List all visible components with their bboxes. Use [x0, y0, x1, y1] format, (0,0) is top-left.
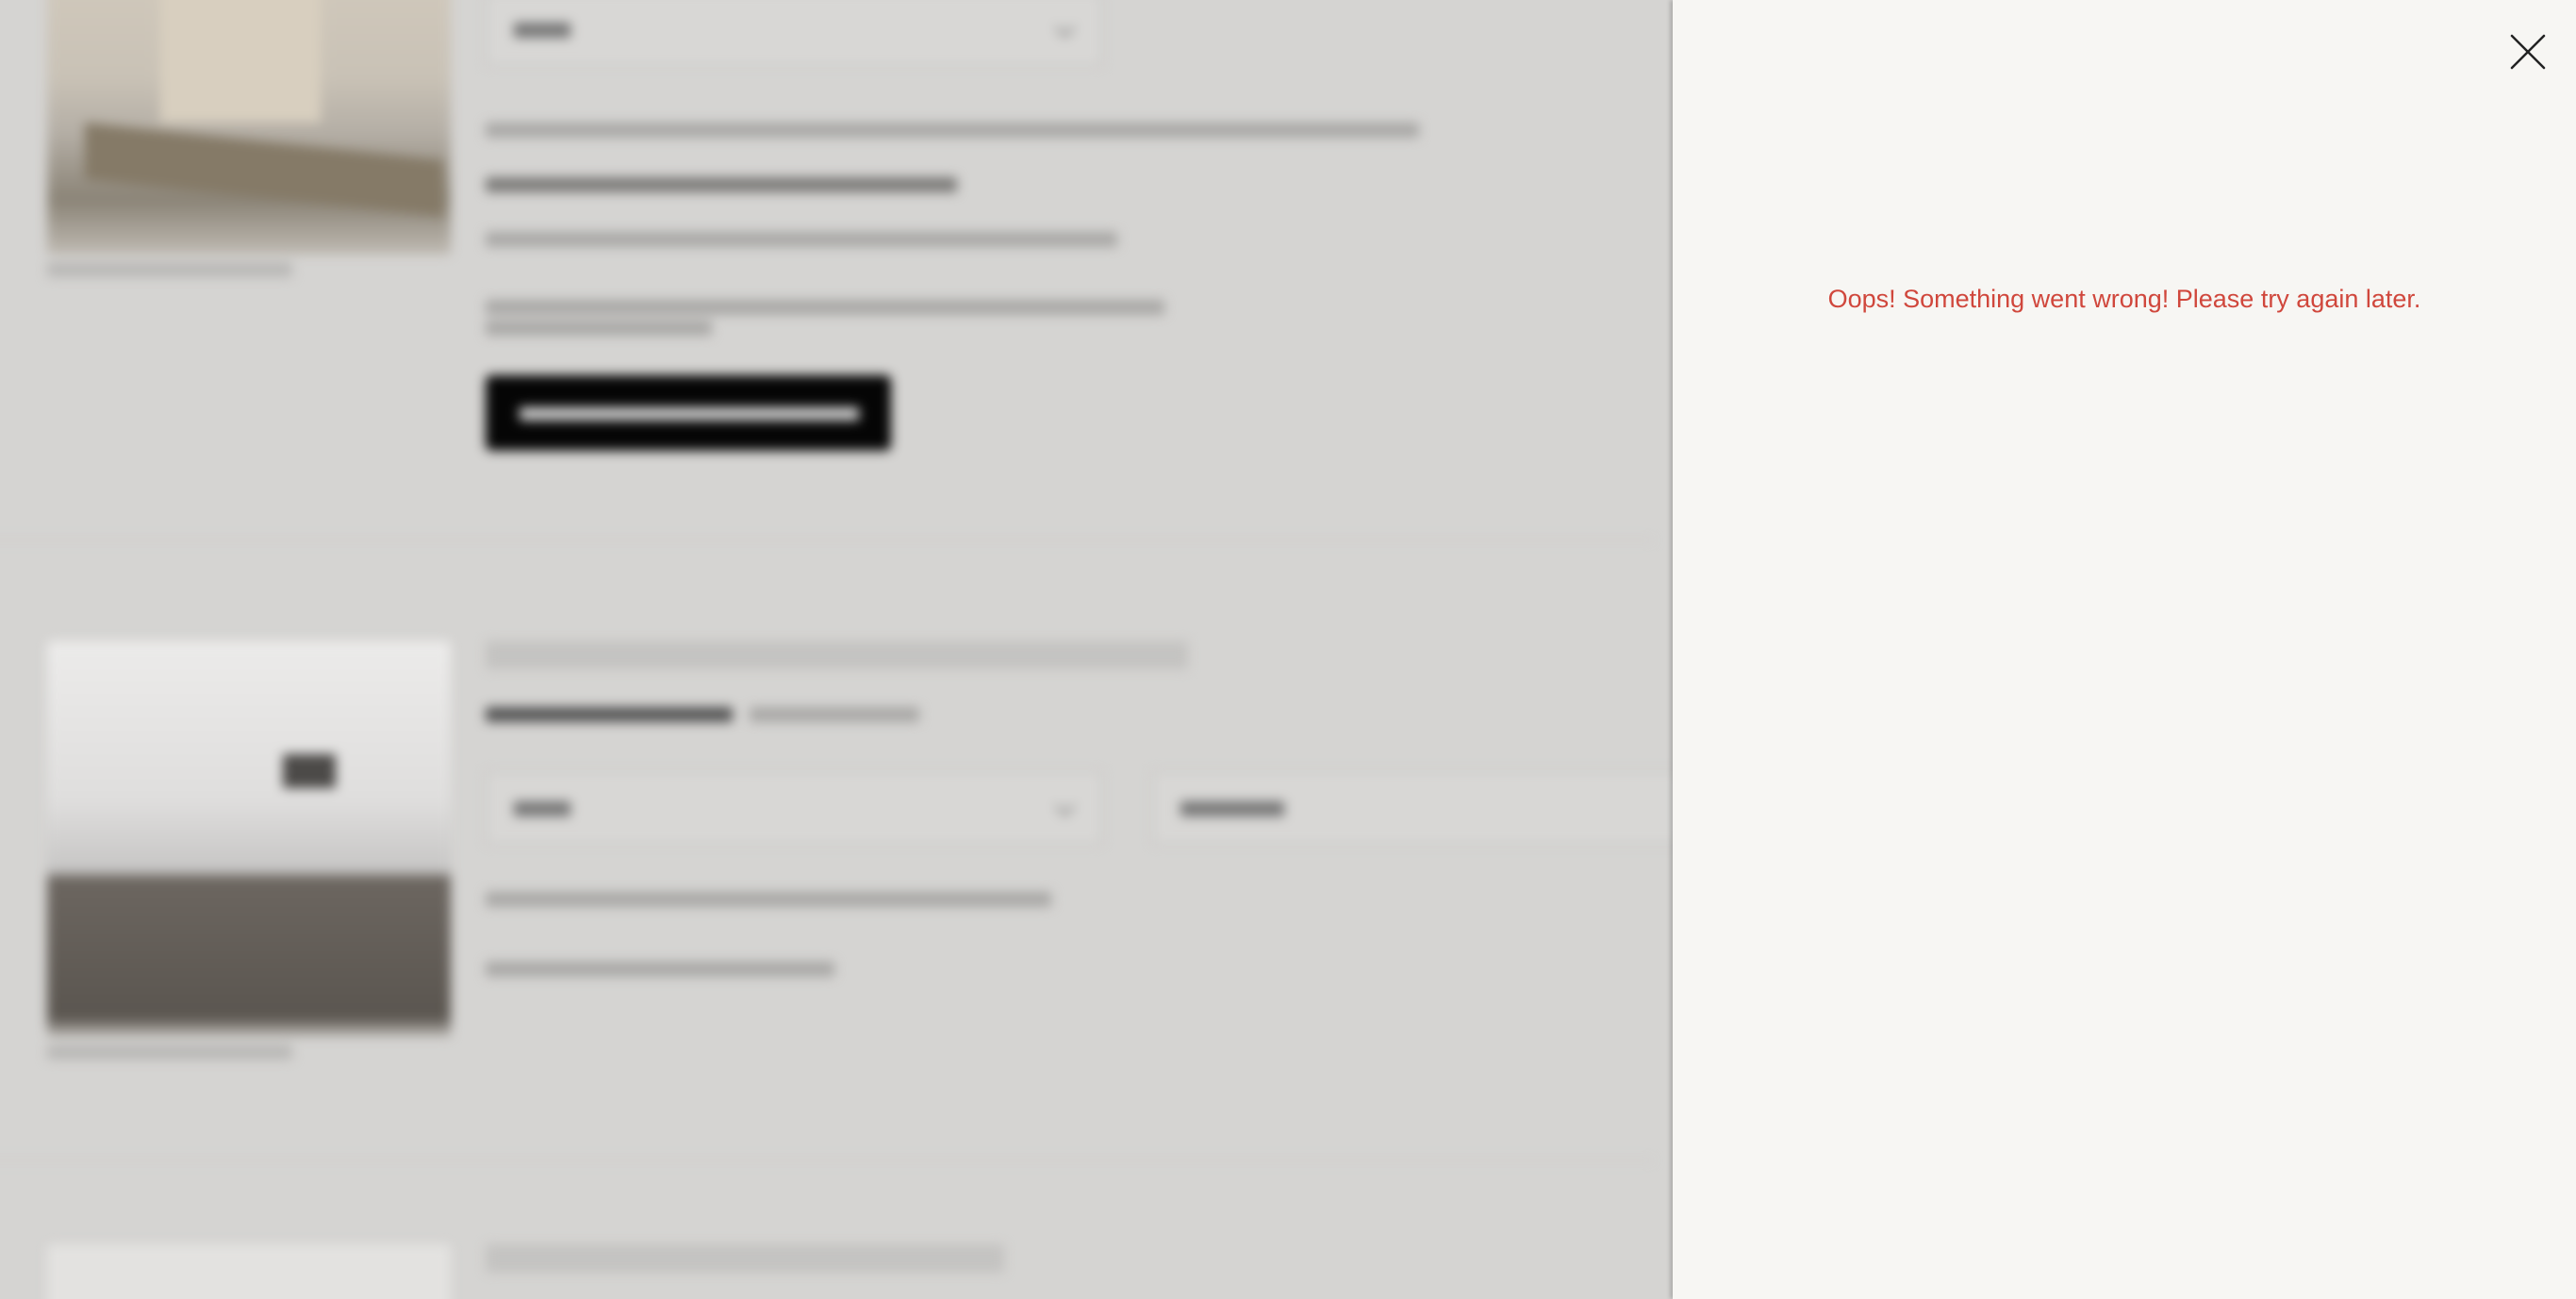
background-divider	[0, 539, 1654, 541]
side-drawer: Oops! Something went wrong! Please try a…	[1673, 0, 2576, 1299]
product-title	[486, 641, 1188, 669]
product-image-caption	[47, 1044, 292, 1060]
product-price	[486, 707, 733, 722]
info-line	[486, 962, 834, 977]
error-message: Oops! Something went wrong! Please try a…	[1827, 285, 2421, 313]
info-line	[486, 321, 712, 336]
product-image-mattress	[47, 641, 451, 1037]
close-icon	[2510, 34, 2546, 70]
background-cta-button	[486, 375, 891, 451]
info-line	[486, 232, 1117, 247]
background-divider	[0, 1159, 1654, 1161]
info-link	[486, 177, 957, 192]
product-regular-price	[750, 707, 919, 722]
product-title	[486, 1244, 1004, 1273]
size-select	[486, 771, 1102, 845]
product-image-bed	[47, 0, 451, 255]
product-image-third	[47, 1244, 451, 1299]
close-button[interactable]	[2504, 28, 2551, 75]
comfort-select	[1152, 771, 1673, 845]
background-page	[0, 0, 1673, 1299]
info-line	[486, 123, 1419, 138]
size-select	[486, 0, 1102, 66]
product-image-caption	[47, 262, 292, 277]
info-line	[486, 300, 1164, 315]
info-line	[486, 892, 1051, 907]
background-page-content	[0, 0, 1673, 1299]
